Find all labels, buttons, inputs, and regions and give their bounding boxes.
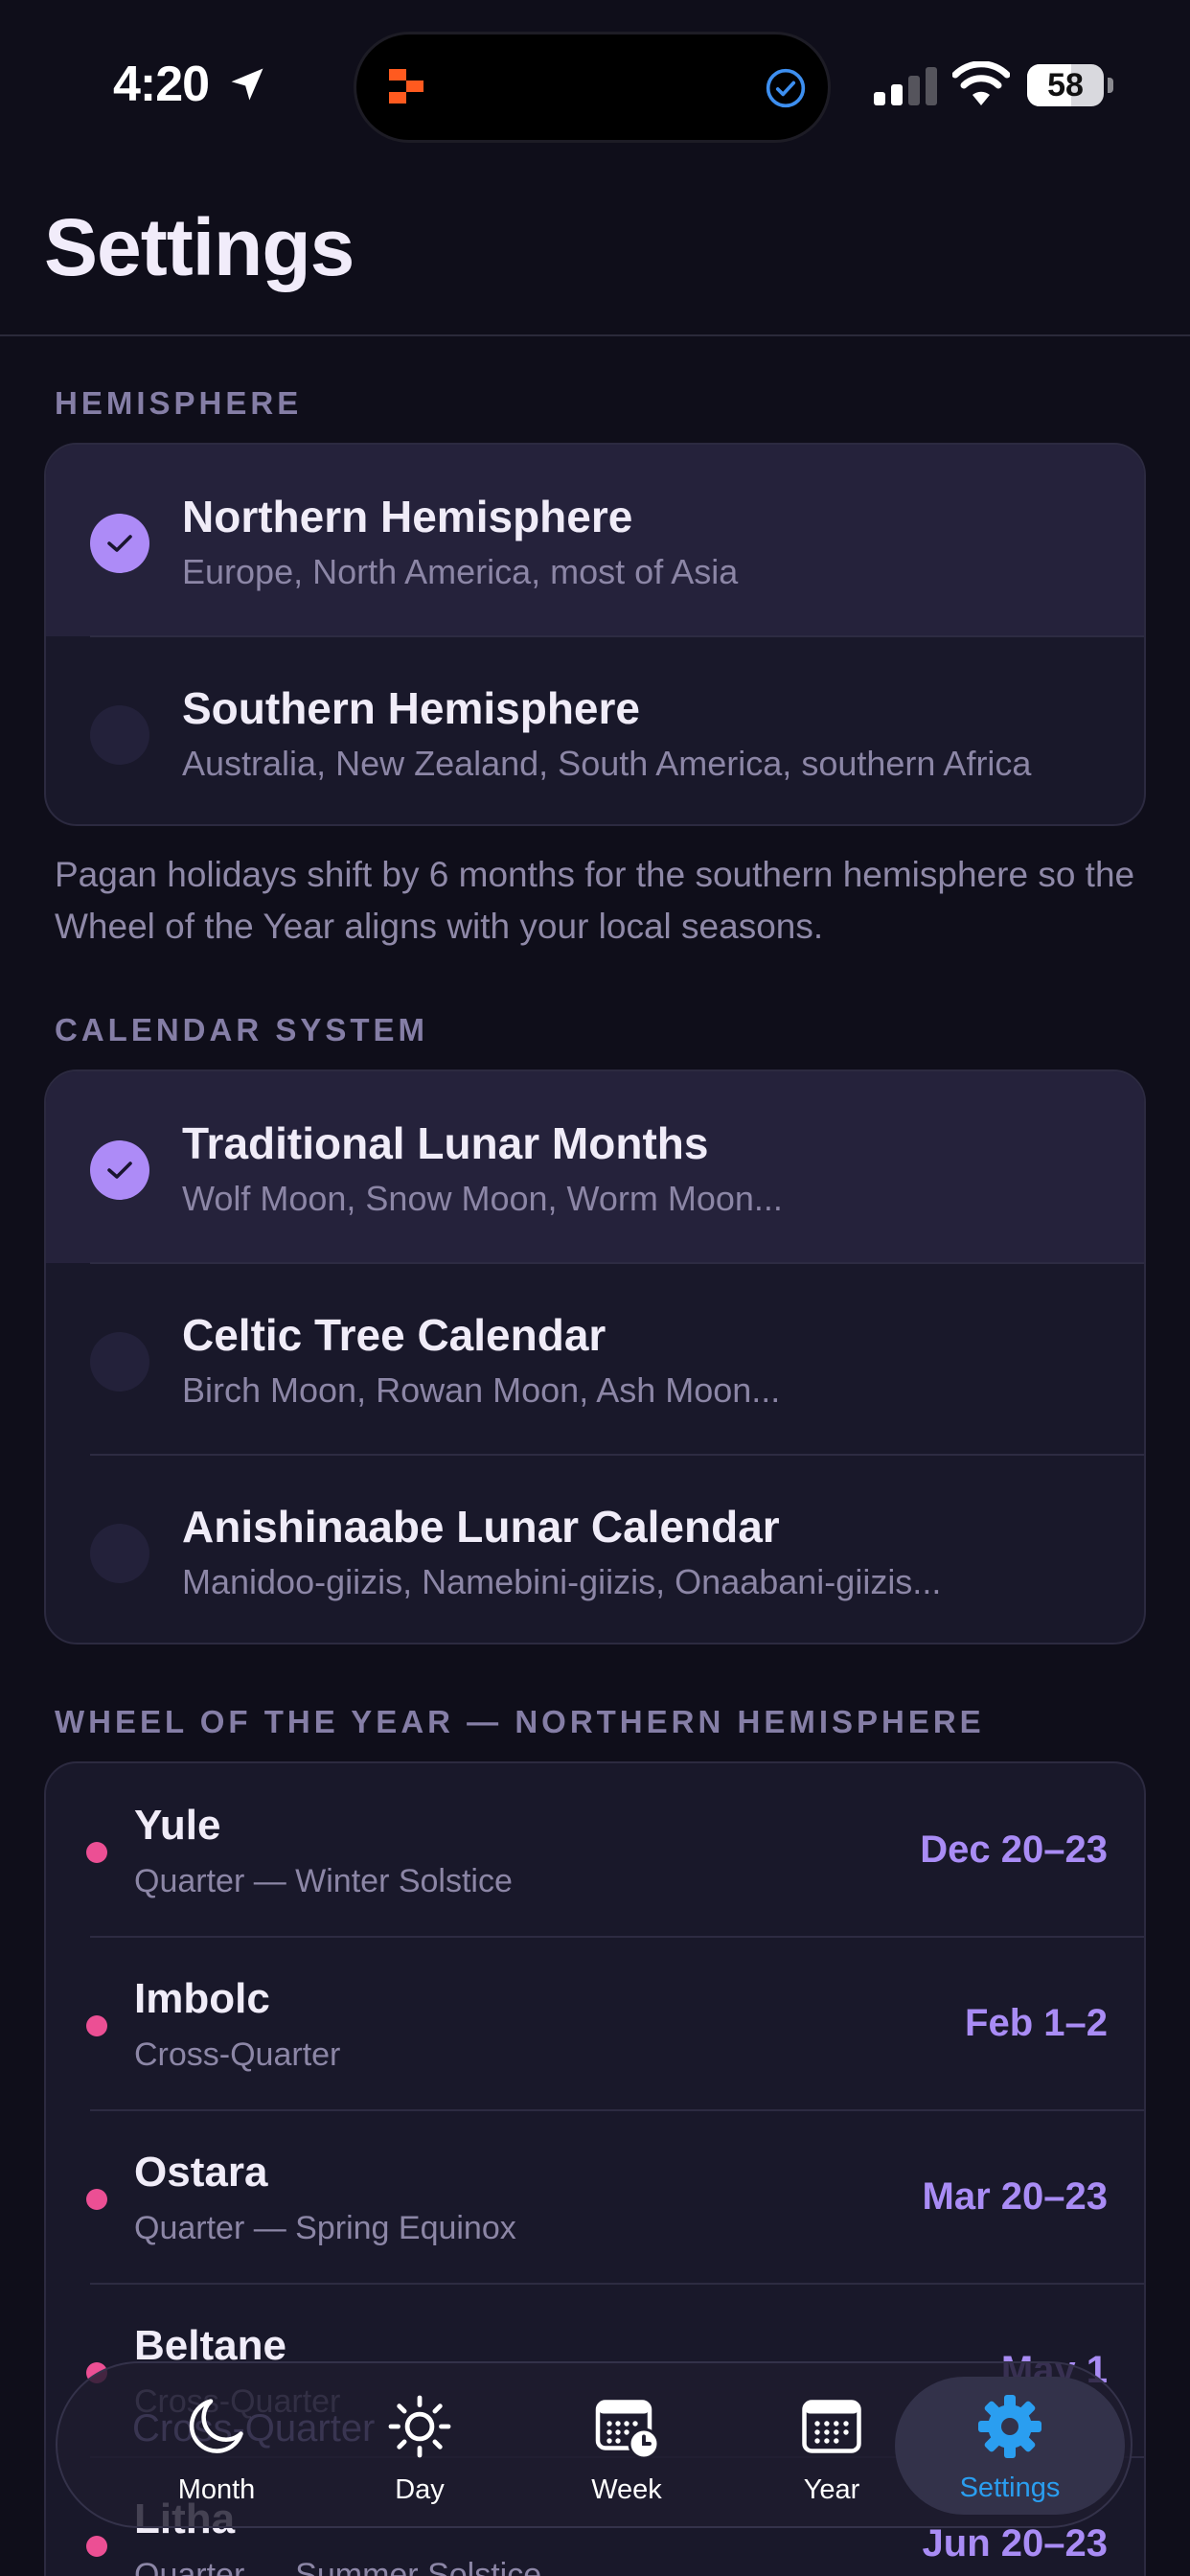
cellular-signal-icon <box>874 67 937 105</box>
section-label-wheel-of-year: WHEEL OF THE YEAR — NORTHERN HEMISPHERE <box>55 1704 985 1739</box>
section-label-hemisphere: HEMISPHERE <box>55 385 303 421</box>
holiday-date: Jun 20–23 <box>922 2522 1108 2564</box>
tab-label: Settings <box>959 2472 1061 2503</box>
tab-day[interactable]: Day <box>324 2363 515 2526</box>
gear-icon <box>978 2395 1041 2458</box>
option-title: Southern Hemisphere <box>182 683 640 733</box>
option-title: Anishinaabe Lunar Calendar <box>182 1502 780 1552</box>
check-circle-icon <box>766 68 806 108</box>
hemisphere-card: Northern Hemisphere Europe, North Americ… <box>44 443 1146 826</box>
holiday-dot <box>86 2189 107 2210</box>
hemisphere-footnote: Pagan holidays shift by 6 months for the… <box>55 855 1135 946</box>
wheel-row-yule: Yule Quarter — Winter Solstice Dec 20–23 <box>46 1763 1144 1936</box>
radio-unchecked[interactable] <box>90 705 149 765</box>
tab-month[interactable]: Month <box>121 2363 312 2526</box>
radio-checked[interactable] <box>90 514 149 573</box>
calendar-grid-icon <box>802 2400 861 2453</box>
battery-indicator: 58 <box>1027 64 1113 106</box>
tab-label: Month <box>177 2474 256 2505</box>
app-activity-icon <box>389 69 423 104</box>
option-subtitle: Australia, New Zealand, South America, s… <box>182 744 1032 783</box>
option-celtic-tree[interactable]: Celtic Tree Calendar Birch Moon, Rowan M… <box>46 1263 1144 1455</box>
holiday-name: Imbolc <box>134 1975 270 2022</box>
option-northern-hemisphere[interactable]: Northern Hemisphere Europe, North Americ… <box>46 445 1144 636</box>
battery-percent: 58 <box>1047 67 1084 104</box>
status-bar: 4:20 58 <box>0 0 1190 172</box>
holiday-dot <box>86 2015 107 2036</box>
dynamic-island <box>356 34 828 140</box>
wheel-row-imbolc: Imbolc Cross-Quarter Feb 1–2 <box>46 1937 1144 2109</box>
tab-week[interactable]: Week <box>531 2363 722 2526</box>
holiday-date: Feb 1–2 <box>965 2002 1108 2044</box>
sun-icon <box>388 2395 451 2458</box>
page-title: Settings <box>44 202 355 292</box>
option-traditional-lunar[interactable]: Traditional Lunar Months Wolf Moon, Snow… <box>46 1071 1144 1263</box>
option-subtitle: Europe, North America, most of Asia <box>182 552 739 591</box>
status-time: 4:20 <box>113 57 210 112</box>
wheel-row-ostara: Ostara Quarter — Spring Equinox Mar 20–2… <box>46 2110 1144 2283</box>
tab-label: Week <box>591 2474 662 2505</box>
holiday-type: Quarter — Spring Equinox <box>134 2210 516 2246</box>
tab-bar: Cross-Quarter Month Day Week Year Settin… <box>56 2361 1133 2528</box>
option-anishinaabe-lunar[interactable]: Anishinaabe Lunar Calendar Manidoo-giizi… <box>46 1455 1144 1643</box>
radio-unchecked[interactable] <box>90 1524 149 1583</box>
calendar-clock-icon <box>595 2400 660 2460</box>
option-subtitle: Manidoo-giizis, Namebini-giizis, Onaaban… <box>182 1562 942 1601</box>
section-label-calendar-system: CALENDAR SYSTEM <box>55 1012 429 1047</box>
option-southern-hemisphere[interactable]: Southern Hemisphere Australia, New Zeala… <box>46 636 1144 824</box>
wifi-icon <box>952 61 1010 105</box>
settings-screen: 4:20 58 Settings HEMISPHERE Northern Hem… <box>0 0 1190 2576</box>
tab-label: Day <box>395 2474 445 2505</box>
holiday-dot <box>86 2536 107 2557</box>
checkmark-icon <box>107 535 132 552</box>
moon-icon <box>189 2399 243 2453</box>
radio-checked[interactable] <box>90 1140 149 1200</box>
tab-settings[interactable]: Settings <box>895 2377 1125 2515</box>
holiday-dot <box>86 1842 107 1863</box>
checkmark-icon <box>107 1162 132 1179</box>
radio-unchecked[interactable] <box>90 1332 149 1392</box>
calendar-system-card: Traditional Lunar Months Wolf Moon, Snow… <box>44 1070 1146 1644</box>
option-title: Celtic Tree Calendar <box>182 1310 606 1360</box>
holiday-date: Dec 20–23 <box>920 1828 1108 1871</box>
option-title: Northern Hemisphere <box>182 492 633 541</box>
holiday-date: Mar 20–23 <box>922 2175 1108 2218</box>
holiday-type: Cross-Quarter <box>134 2036 341 2073</box>
location-arrow-icon <box>231 68 263 101</box>
header-divider <box>0 334 1190 336</box>
holiday-name: Ostara <box>134 2149 268 2196</box>
holiday-type: Quarter — Winter Solstice <box>134 1863 513 1899</box>
option-subtitle: Birch Moon, Rowan Moon, Ash Moon... <box>182 1370 781 1410</box>
holiday-type: Quarter — Summer Solstice <box>134 2557 542 2576</box>
option-subtitle: Wolf Moon, Snow Moon, Worm Moon... <box>182 1179 783 1218</box>
holiday-name: Yule <box>134 1802 221 1849</box>
option-title: Traditional Lunar Months <box>182 1118 709 1168</box>
